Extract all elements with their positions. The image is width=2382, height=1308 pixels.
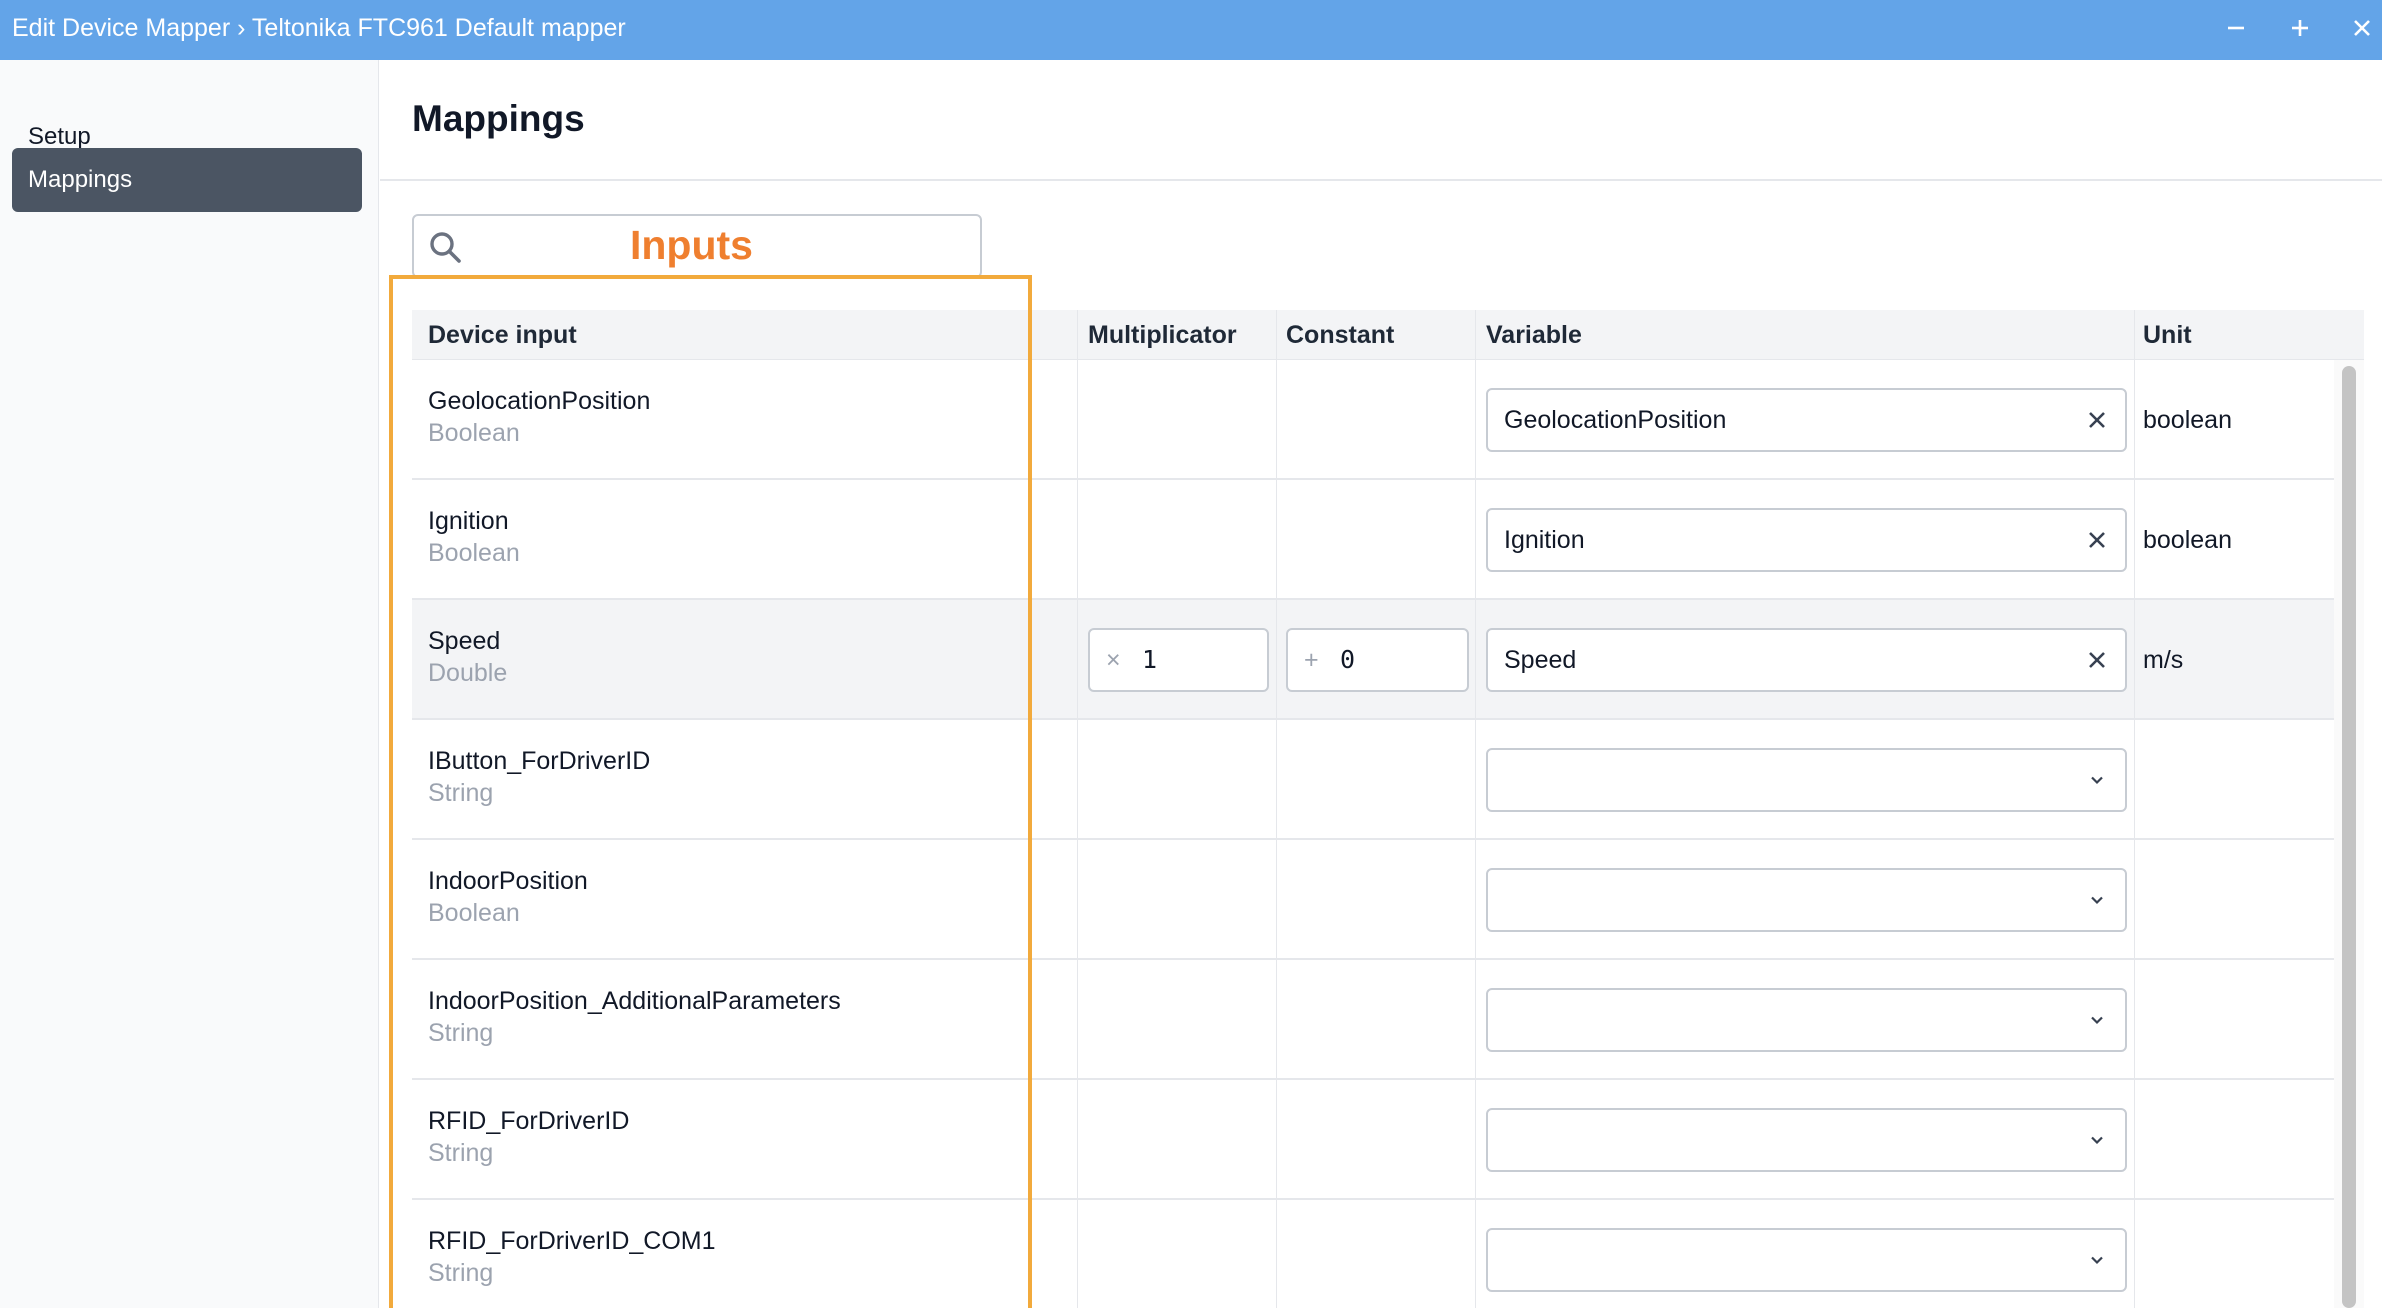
minimize-button[interactable] (2214, 8, 2258, 48)
table-row: IndoorPosition_AdditionalParameters Stri… (412, 960, 2334, 1080)
sidebar-item-mappings[interactable]: Mappings (12, 148, 362, 212)
table-row: RFID_ForDriverID String (412, 1080, 2334, 1200)
variable-select[interactable] (1486, 1228, 2127, 1292)
column-header-device-input: Device input (428, 321, 577, 349)
sidebar: Setup Mappings (0, 60, 379, 1308)
variable-value: GeolocationPosition (1504, 406, 1727, 434)
device-input-type: Double (428, 659, 508, 687)
column-header-variable: Variable (1486, 321, 1582, 349)
window-titlebar: Edit Device Mapper › Teltonika FTC961 De… (0, 0, 2382, 60)
close-icon (2354, 20, 2370, 36)
sidebar-item-label: Setup (28, 123, 91, 150)
unit-value: boolean (2143, 526, 2232, 554)
table-row: GeolocationPosition Boolean GeolocationP… (412, 360, 2334, 480)
device-input-type: String (428, 1019, 494, 1047)
unit-value: m/s (2143, 646, 2184, 674)
column-divider (1276, 310, 1277, 1308)
dropdown-toggle[interactable] (2081, 884, 2113, 916)
device-input-type: String (428, 779, 494, 807)
multiplicator-value: 1 (1142, 645, 1158, 674)
clear-icon (2089, 532, 2105, 548)
clear-variable-button[interactable] (2081, 404, 2113, 436)
device-input-type: Boolean (428, 899, 520, 927)
variable-select[interactable] (1486, 988, 2127, 1052)
variable-select[interactable]: GeolocationPosition (1486, 388, 2127, 452)
device-input-name: Ignition (428, 507, 509, 535)
column-header-multiplicator: Multiplicator (1088, 321, 1237, 349)
table-row: RFID_ForDriverID_COM1 String (412, 1200, 2334, 1308)
clear-icon (2089, 652, 2105, 668)
clear-variable-button[interactable] (2081, 644, 2113, 676)
main-header: Mappings (380, 60, 2382, 181)
constant-input[interactable]: + 0 (1286, 628, 1469, 692)
chevron-down-icon (2091, 776, 2103, 785)
device-input-name: IndoorPosition (428, 867, 588, 895)
window-title: Edit Device Mapper › Teltonika FTC961 De… (12, 14, 626, 42)
device-input-name: RFID_ForDriverID_COM1 (428, 1227, 716, 1255)
chevron-down-icon (2091, 896, 2103, 905)
multiplicator-input[interactable]: × 1 (1088, 628, 1269, 692)
table-header: Device input Multiplicator Constant Vari… (412, 310, 2364, 360)
table-row: IndoorPosition Boolean (412, 840, 2334, 960)
variable-select[interactable] (1486, 1108, 2127, 1172)
column-header-unit: Unit (2143, 321, 2192, 349)
dropdown-toggle[interactable] (2081, 1004, 2113, 1036)
multiply-icon: × (1106, 646, 1121, 674)
device-input-type: String (428, 1259, 494, 1287)
variable-value: Ignition (1504, 526, 1585, 554)
constant-value: 0 (1340, 645, 1356, 674)
plus-icon: + (1304, 646, 1319, 674)
column-header-constant: Constant (1286, 321, 1395, 349)
table-scrollbar-thumb[interactable] (2342, 366, 2356, 1308)
close-window-button[interactable] (2340, 8, 2382, 48)
clear-icon (2089, 412, 2105, 428)
clear-variable-button[interactable] (2081, 524, 2113, 556)
device-input-name: RFID_ForDriverID (428, 1107, 630, 1135)
unit-value: boolean (2143, 406, 2232, 434)
page-title: Mappings (412, 98, 585, 139)
device-input-name: IButton_ForDriverID (428, 747, 651, 775)
dropdown-toggle[interactable] (2081, 1244, 2113, 1276)
device-input-type: String (428, 1139, 494, 1167)
variable-value: Speed (1504, 646, 1577, 674)
chevron-down-icon (2091, 1256, 2103, 1265)
maximize-icon (2292, 20, 2308, 36)
dropdown-toggle[interactable] (2081, 764, 2113, 796)
variable-select[interactable] (1486, 868, 2127, 932)
variable-select[interactable]: Ignition (1486, 508, 2127, 572)
annotation-label: Inputs (630, 222, 753, 268)
device-input-type: Boolean (428, 419, 520, 447)
device-input-type: Boolean (428, 539, 520, 567)
device-input-name: IndoorPosition_AdditionalParameters (428, 987, 841, 1015)
table-row: IButton_ForDriverID String (412, 720, 2334, 840)
maximize-button[interactable] (2278, 8, 2322, 48)
chevron-down-icon (2091, 1136, 2103, 1145)
column-divider (1475, 310, 1476, 1308)
column-divider (1077, 310, 1078, 1308)
sidebar-item-label: Mappings (28, 166, 133, 193)
variable-select[interactable]: Speed (1486, 628, 2127, 692)
device-input-name: Speed (428, 627, 501, 655)
table-row: Speed Double × 1 + 0 Speed m/s (412, 600, 2334, 720)
column-divider (2134, 310, 2135, 1308)
chevron-down-icon (2091, 1016, 2103, 1025)
minimize-icon (2228, 26, 2244, 30)
variable-select[interactable] (1486, 748, 2127, 812)
device-input-name: GeolocationPosition (428, 387, 651, 415)
table-row: Ignition Boolean Ignition boolean (412, 480, 2334, 600)
dropdown-toggle[interactable] (2081, 1124, 2113, 1156)
search-icon (428, 230, 462, 269)
